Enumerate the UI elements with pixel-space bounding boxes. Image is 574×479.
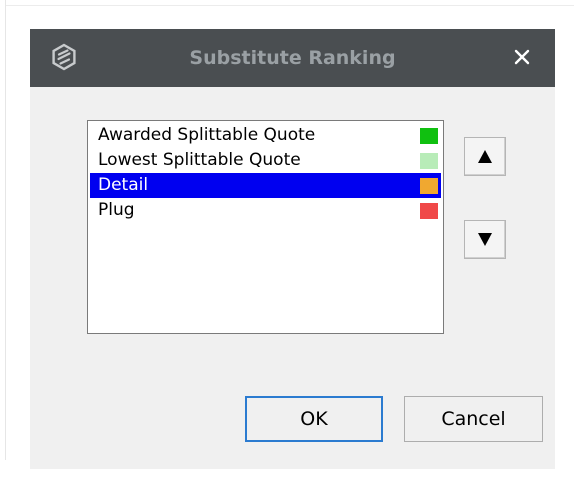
title-bar: Substitute Ranking [30, 29, 555, 87]
move-down-button[interactable] [464, 220, 506, 259]
color-swatch [420, 203, 438, 219]
list-item-label: Detail [98, 175, 149, 195]
list-item[interactable]: Detail [90, 173, 441, 198]
list-item-label: Lowest Splittable Quote [98, 150, 301, 170]
list-item-label: Awarded Splittable Quote [98, 125, 316, 145]
background-edge [5, 0, 6, 460]
background-edge [5, 5, 574, 6]
move-up-button[interactable] [464, 137, 506, 176]
cancel-button[interactable]: Cancel [404, 396, 543, 442]
triangle-up-icon [478, 150, 492, 163]
list-item[interactable]: Awarded Splittable Quote [90, 123, 441, 148]
ranking-list[interactable]: Awarded Splittable Quote Lowest Splittab… [87, 120, 444, 334]
color-swatch [420, 178, 438, 194]
ok-button[interactable]: OK [245, 396, 383, 442]
list-item[interactable]: Lowest Splittable Quote [90, 148, 441, 173]
color-swatch [420, 153, 438, 169]
list-item[interactable]: Plug [90, 198, 441, 223]
substitute-ranking-dialog: Substitute Ranking Awarded Splittable Qu… [30, 29, 555, 469]
close-icon[interactable] [511, 46, 533, 68]
triangle-down-icon [478, 233, 492, 246]
dialog-title: Substitute Ranking [189, 47, 396, 69]
color-swatch [420, 128, 438, 144]
list-item-label: Plug [98, 200, 135, 220]
